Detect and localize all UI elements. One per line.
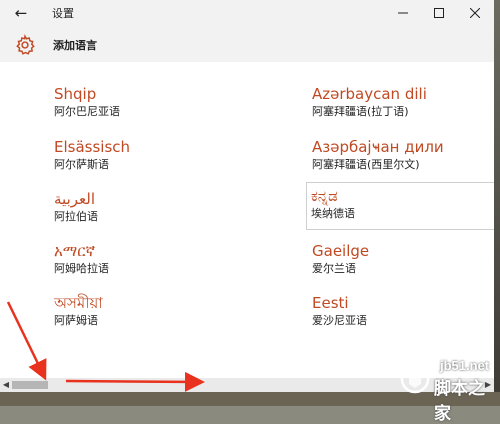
annotation-arrow-right bbox=[65, 371, 205, 392]
annotation-arrow-down bbox=[6, 301, 47, 381]
annotation-arrows bbox=[6, 301, 205, 392]
watermark: jb51.net 脚本之家 bbox=[398, 358, 498, 424]
watermark-logo-icon bbox=[400, 364, 430, 394]
watermark-name: 脚本之家 bbox=[434, 379, 485, 424]
watermark-site: jb51.net bbox=[440, 358, 490, 373]
